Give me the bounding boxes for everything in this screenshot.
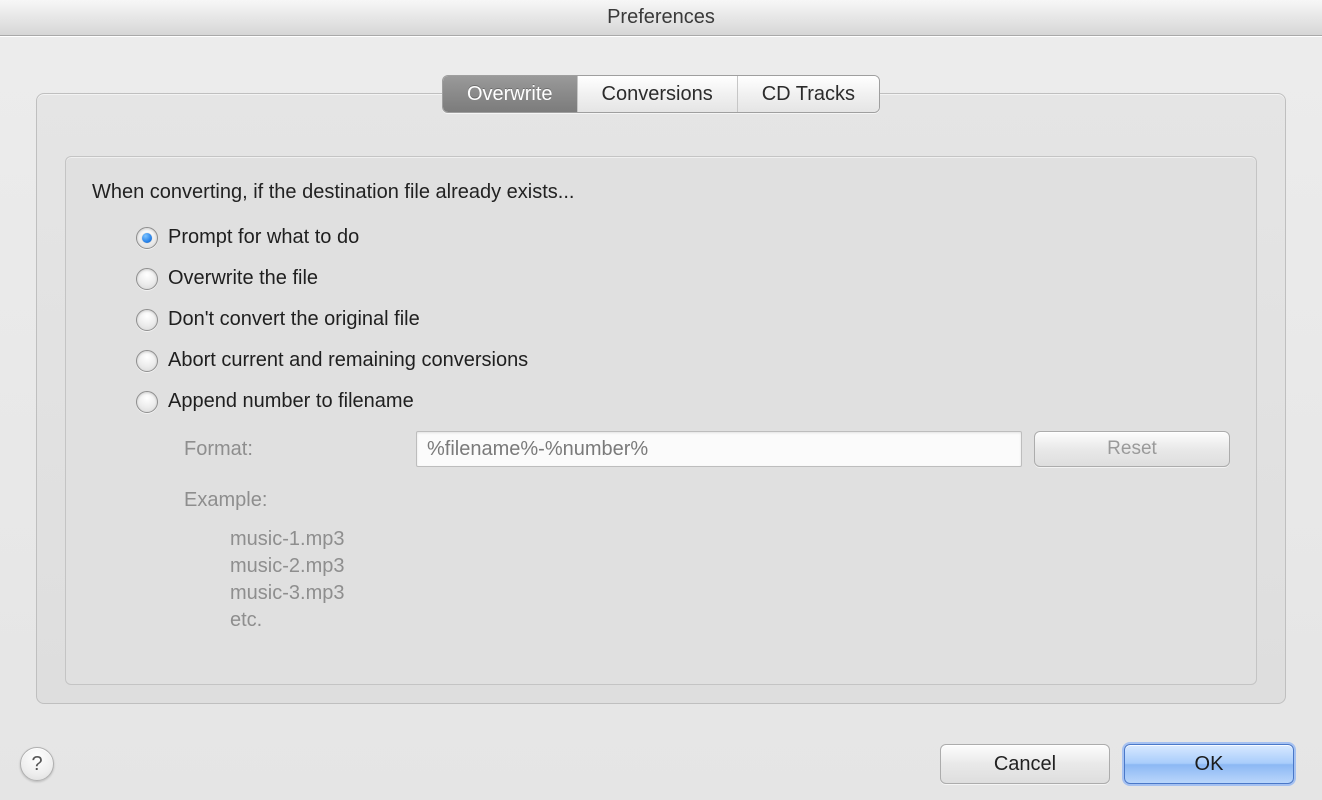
radio-indicator [136,391,158,413]
example-list: music-1.mp3 music-2.mp3 music-3.mp3 etc. [184,526,1230,634]
radio-indicator [136,350,158,372]
cancel-button[interactable]: Cancel [940,744,1110,784]
tab-control: Overwrite Conversions CD Tracks [442,75,880,113]
window-titlebar: Preferences [0,0,1322,36]
tab-overwrite[interactable]: Overwrite [443,76,577,112]
dialog-footer: ? Cancel OK [0,728,1322,800]
format-label: Format: [184,438,404,461]
radio-dont-convert[interactable]: Don't convert the original file [136,308,1230,331]
radio-label: Append number to filename [168,390,414,413]
window-body: Overwrite Conversions CD Tracks Overwrit… [0,36,1322,800]
format-area: Format: Reset Example: music-1.mp3 music… [92,431,1230,634]
radio-label: Overwrite the file [168,267,318,290]
example-line: music-3.mp3 [230,580,1230,607]
overwrite-options-group: Overwrite Options When converting, if th… [36,93,1286,704]
example-line: etc. [230,607,1230,634]
tab-bar: Overwrite Conversions CD Tracks [0,75,1322,113]
window-title: Preferences [607,6,715,29]
reset-button[interactable]: Reset [1034,431,1230,467]
radio-label: Abort current and remaining conversions [168,349,528,372]
group-panel: When converting, if the destination file… [65,156,1257,685]
radio-label: Prompt for what to do [168,226,359,249]
radio-prompt[interactable]: Prompt for what to do [136,226,1230,249]
radio-append-number[interactable]: Append number to filename [136,390,1230,413]
lead-text: When converting, if the destination file… [92,181,1230,204]
help-button[interactable]: ? [20,747,54,781]
help-icon: ? [31,753,42,776]
example-label: Example: [184,489,1230,512]
radio-indicator [136,309,158,331]
radio-indicator [136,268,158,290]
tab-cd-tracks[interactable]: CD Tracks [737,76,879,112]
radio-indicator [136,227,158,249]
radio-group: Prompt for what to do Overwrite the file… [92,226,1230,413]
example-line: music-1.mp3 [230,526,1230,553]
tab-conversions[interactable]: Conversions [577,76,737,112]
example-line: music-2.mp3 [230,553,1230,580]
radio-label: Don't convert the original file [168,308,420,331]
format-input[interactable] [416,431,1022,467]
radio-abort[interactable]: Abort current and remaining conversions [136,349,1230,372]
format-row: Format: Reset [184,431,1230,467]
ok-button[interactable]: OK [1124,744,1294,784]
radio-overwrite[interactable]: Overwrite the file [136,267,1230,290]
